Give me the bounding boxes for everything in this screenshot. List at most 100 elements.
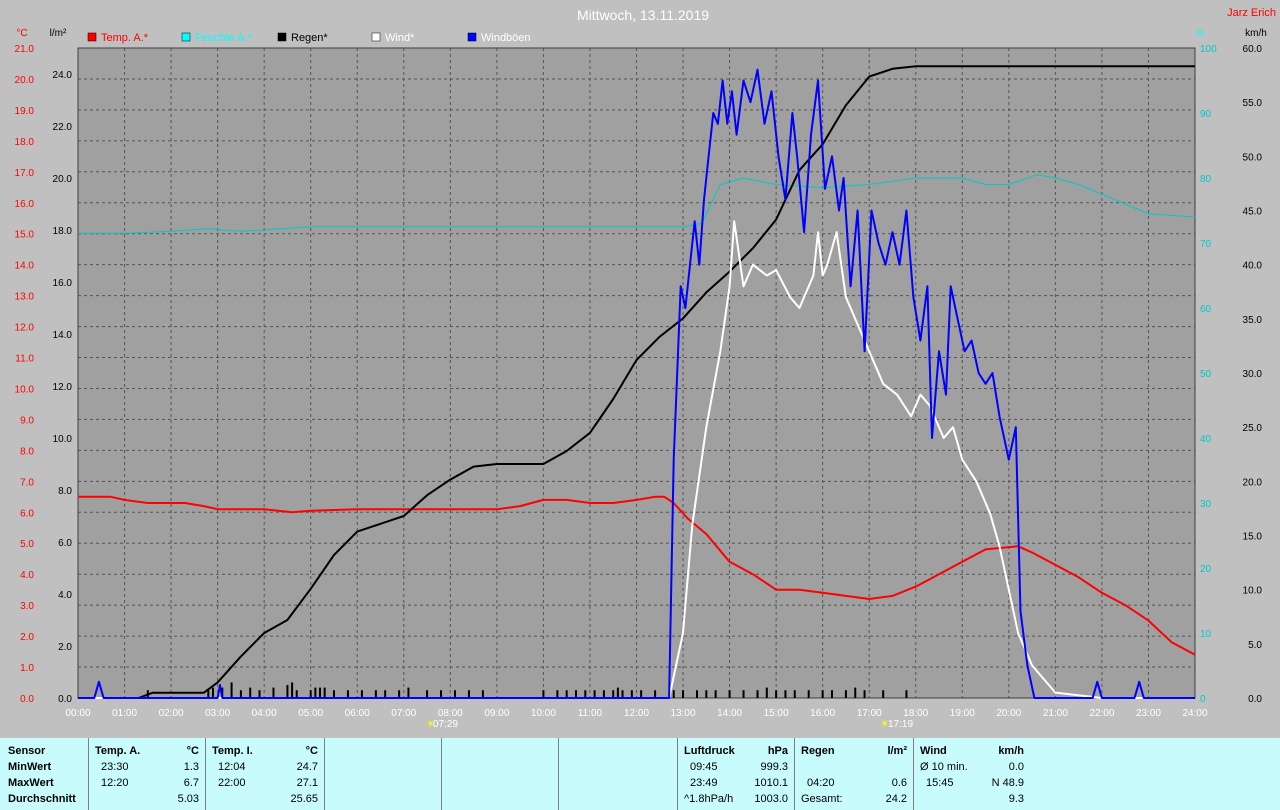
rain-unit: l/m² <box>887 745 907 757</box>
rain-bar <box>621 690 624 698</box>
x-tick-label: 16:00 <box>810 708 835 719</box>
temp-tick-label: 8.0 <box>20 446 34 457</box>
wind-tick-label: 10.0 <box>1243 586 1263 597</box>
temp-tick-label: 17.0 <box>15 168 35 179</box>
pressure-avg: 1003.0 <box>754 793 788 805</box>
temp-tick-label: 11.0 <box>15 354 34 365</box>
rain-tick-label: 10.0 <box>53 434 73 445</box>
stats-col-rain: Regen l/m² 04:20 0.6 Gesamt: 24.2 <box>795 738 914 810</box>
rain-bar <box>314 687 317 698</box>
hum-tick-label: 0 <box>1200 694 1206 705</box>
temp-i-min: 24.7 <box>296 761 318 773</box>
legend-label: Wind* <box>385 32 415 44</box>
stats-col-empty-3 <box>559 738 678 810</box>
x-axis: 00:00 01:00 02:00 03:00 04:00 05:00 06:00 07:00… <box>65 708 1207 719</box>
rain-bar <box>742 690 745 698</box>
x-tick-label: 09:00 <box>484 708 509 719</box>
rain-bar <box>249 687 252 698</box>
rain-bar <box>467 690 470 698</box>
stats-col-temp-i: Temp. I. °C 12:04 24.7 22:00 27.1 25.65 <box>206 738 325 810</box>
rain-bar <box>319 687 322 698</box>
temp-a-max-time: 12:20 <box>101 777 129 789</box>
rain-bar <box>295 690 298 698</box>
x-tick-label: 00:00 <box>65 708 90 719</box>
author-label: Jarz Erich <box>1227 7 1276 19</box>
rain-bar <box>775 690 778 698</box>
legend-swatch <box>371 32 381 42</box>
temp-axis: 0.0 1.0 2.0 3.0 4.0 5.0 6.0 7.0 8.0 9.0 10.0 11.0 12… <box>15 44 35 705</box>
rain-bar <box>374 690 377 698</box>
x-tick-label: 05:00 <box>298 708 323 719</box>
rain-bar <box>765 687 768 698</box>
wind-max-time: 15:45 <box>926 777 954 789</box>
humidity-axis: 0 10 20 30 40 50 60 70 80 90 100 <box>1200 44 1217 705</box>
rain-bar <box>821 690 824 698</box>
stats-col-pressure: Luftdruck hPa 09:45 999.3 23:49 1010.1 ^… <box>678 738 795 810</box>
rain-tick-label: 14.0 <box>53 330 73 341</box>
rain-bar <box>654 690 657 698</box>
temp-tick-label: 4.0 <box>20 570 34 581</box>
rain-bar <box>705 690 708 698</box>
x-tick-label: 20:00 <box>996 708 1021 719</box>
rain-tick-label: 18.0 <box>53 226 73 237</box>
row-label-min: MinWert <box>8 761 52 773</box>
temp-a-title: Temp. A. <box>95 745 141 757</box>
x-tick-label: 13:00 <box>671 708 696 719</box>
rain-bar <box>882 690 885 698</box>
temp-tick-label: 21.0 <box>15 44 35 55</box>
temp-tick-label: 5.0 <box>20 539 34 550</box>
x-tick-label: 01:00 <box>112 708 137 719</box>
rain-max-time: 04:20 <box>807 777 835 789</box>
rain-tick-label: 24.0 <box>53 70 73 81</box>
rain-bar <box>756 690 759 698</box>
x-tick-label: 07:00 <box>391 708 416 719</box>
x-tick-label: 19:00 <box>950 708 975 719</box>
pressure-min: 999.3 <box>760 761 788 773</box>
rain-axis: 0.0 2.0 4.0 6.0 8.0 10.0 12.0 14.0 16.0 18.0 20.0 2… <box>53 70 73 705</box>
rain-bar <box>440 690 443 698</box>
rain-tick-label: 2.0 <box>58 642 72 653</box>
temp-tick-label: 19.0 <box>15 106 35 117</box>
rain-bar <box>714 690 717 698</box>
rain-bar <box>407 687 410 698</box>
hum-tick-label: 40 <box>1200 434 1212 445</box>
hum-tick-label: 70 <box>1200 239 1212 250</box>
hum-unit-label: % <box>1196 28 1205 39</box>
rain-bar <box>565 690 568 698</box>
rain-bar <box>239 690 242 698</box>
temp-tick-label: 15.0 <box>15 230 35 241</box>
stats-panel: Sensor MinWert MaxWert Durchschnitt Temp… <box>0 738 1280 810</box>
rain-bar <box>556 690 559 698</box>
wind-tick-label: 25.0 <box>1243 423 1263 434</box>
rain-bar <box>332 690 335 698</box>
pressure-max: 1010.1 <box>754 777 788 789</box>
rain-title: Regen <box>801 745 835 757</box>
rain-bar <box>784 690 787 698</box>
temp-tick-label: 6.0 <box>20 508 34 519</box>
rain-bar <box>793 690 796 698</box>
hum-tick-label: 50 <box>1200 369 1212 380</box>
temp-tick-label: 20.0 <box>15 75 35 86</box>
wind-tick-label: 20.0 <box>1243 477 1263 488</box>
legend-swatch <box>181 32 191 42</box>
x-tick-label: 17:00 <box>857 708 882 719</box>
wind-unit: km/h <box>998 745 1024 757</box>
x-tick-label: 14:00 <box>717 708 742 719</box>
legend-swatch <box>87 32 97 42</box>
x-tick-label: 18:00 <box>903 708 928 719</box>
x-tick-label: 15:00 <box>764 708 789 719</box>
rain-bar <box>384 690 387 698</box>
temp-tick-label: 14.0 <box>15 261 35 272</box>
legend-label: Windböen <box>481 32 531 44</box>
temp-tick-label: 3.0 <box>20 601 34 612</box>
wind-unit-label: km/h <box>1245 28 1267 39</box>
rain-bar <box>728 690 731 698</box>
rain-bar <box>323 687 326 698</box>
temp-a-min-time: 23:30 <box>101 761 129 773</box>
temp-tick-label: 2.0 <box>20 632 34 643</box>
wind-tick-label: 45.0 <box>1243 207 1263 218</box>
x-tick-label: 12:00 <box>624 708 649 719</box>
rain-bar <box>682 690 685 698</box>
wind-max: N 48.9 <box>991 777 1024 789</box>
temp-a-unit: °C <box>186 745 199 757</box>
